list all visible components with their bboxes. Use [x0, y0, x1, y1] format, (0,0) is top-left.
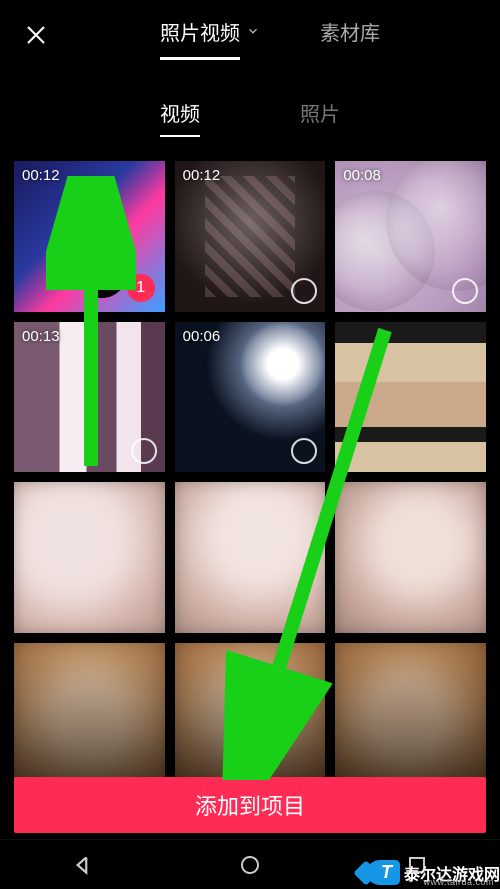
close-icon	[24, 23, 48, 47]
video-duration: 00:13	[22, 328, 60, 345]
nav-recents-button[interactable]	[397, 845, 437, 885]
video-tile[interactable]	[14, 482, 165, 633]
subtab-video[interactable]: 视频	[160, 98, 200, 137]
media-subtabs: 视频 照片	[0, 98, 500, 137]
video-thumbnail	[14, 643, 165, 794]
nav-home-button[interactable]	[230, 845, 270, 885]
selection-badge[interactable]: 1	[127, 274, 155, 302]
video-tile[interactable]	[335, 643, 486, 794]
video-tile[interactable]: 00:08	[335, 161, 486, 312]
selection-ring[interactable]	[131, 438, 157, 464]
video-tile[interactable]	[14, 643, 165, 794]
square-recents-icon	[405, 853, 429, 877]
triangle-back-icon	[70, 852, 96, 878]
tab-photos-videos-label: 照片视频	[160, 17, 240, 46]
video-tile[interactable]	[335, 482, 486, 633]
video-tile[interactable]: 00:12 1	[14, 161, 165, 312]
tab-photos-videos[interactable]: 照片视频	[160, 17, 260, 54]
add-to-project-button[interactable]: 添加到项目	[14, 777, 486, 833]
video-thumbnail	[175, 643, 326, 794]
header-tabs: 照片视频 素材库	[56, 17, 484, 54]
video-duration: 00:08	[343, 167, 381, 184]
close-button[interactable]	[16, 15, 56, 55]
selection-ring[interactable]	[452, 278, 478, 304]
video-thumbnail	[335, 322, 486, 473]
subtab-photo[interactable]: 照片	[300, 98, 340, 137]
video-tile[interactable]	[175, 482, 326, 633]
video-thumbnail	[335, 482, 486, 633]
video-tile[interactable]	[335, 322, 486, 473]
video-duration: 00:12	[183, 167, 221, 184]
tab-material-library-label: 素材库	[320, 17, 380, 46]
video-thumbnail	[14, 482, 165, 633]
media-grid: 00:12 1 00:12 00:08 00:13 00:06	[0, 161, 500, 794]
video-tile[interactable]: 00:06	[175, 322, 326, 473]
video-tile[interactable]	[175, 643, 326, 794]
tab-material-library[interactable]: 素材库	[320, 17, 380, 54]
selection-ring[interactable]	[291, 278, 317, 304]
video-duration: 00:06	[183, 328, 221, 345]
system-nav-bar	[0, 839, 500, 889]
video-duration: 00:12	[22, 167, 60, 184]
circle-home-icon	[238, 853, 262, 877]
video-tile[interactable]: 00:13	[14, 322, 165, 473]
chevron-down-icon	[246, 24, 260, 38]
video-tile[interactable]: 00:12	[175, 161, 326, 312]
video-thumbnail	[335, 643, 486, 794]
nav-back-button[interactable]	[63, 845, 103, 885]
video-thumbnail	[175, 482, 326, 633]
